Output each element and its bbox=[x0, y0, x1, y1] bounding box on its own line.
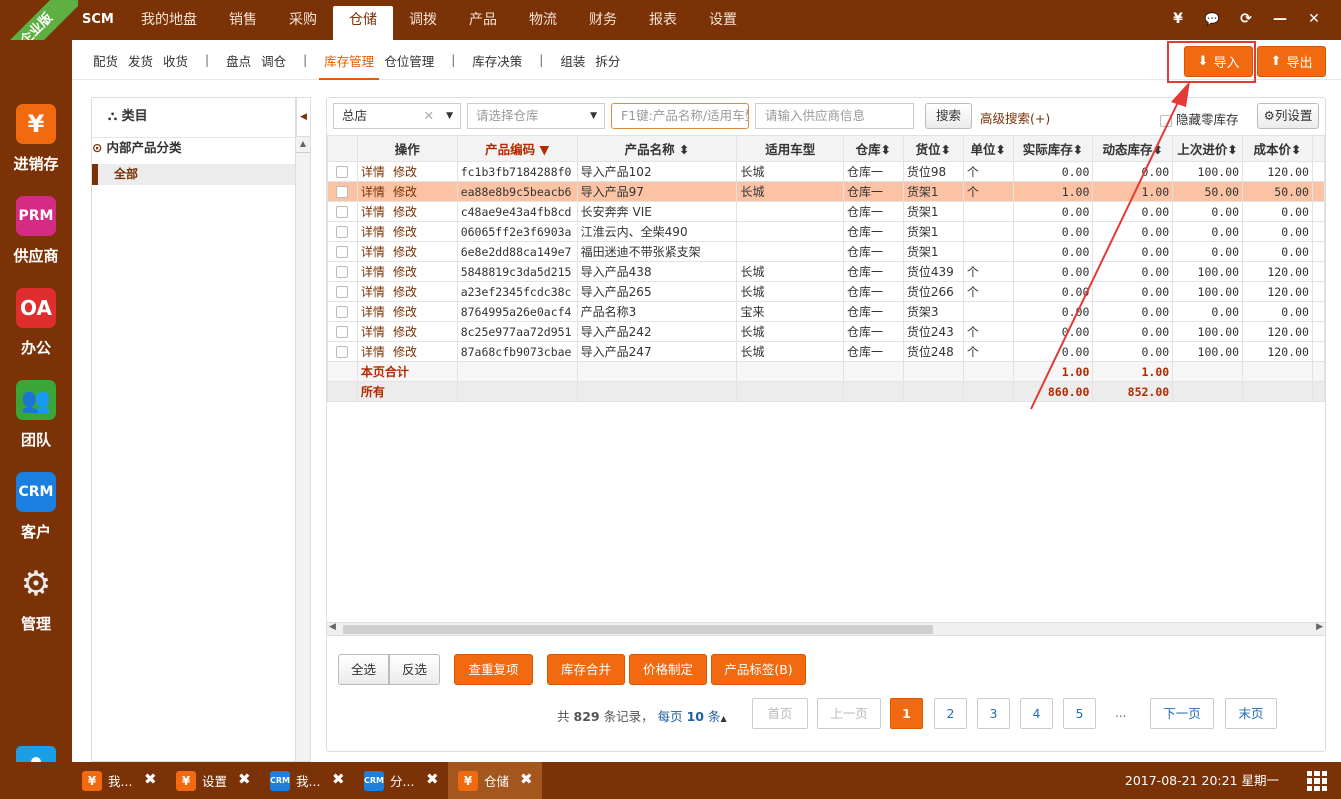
taskbar-tab-label: 设置 bbox=[202, 774, 228, 789]
taskbar-tab-icon: ¥ bbox=[176, 770, 196, 791]
taskbar-tab[interactable]: ¥ 设置 ✖ bbox=[166, 762, 260, 799]
taskbar-tab-icon: ¥ bbox=[458, 770, 478, 791]
taskbar-tab-label: 仓储 bbox=[484, 774, 510, 789]
taskbar-tab-icon: CRM bbox=[364, 770, 384, 791]
taskbar: 2017-08-21 20:21 星期一 ¥ 我... ✖ ¥ 设置 ✖ CRM 我... ✖ C… bbox=[0, 762, 1341, 799]
taskbar-tab[interactable]: CRM 我... ✖ bbox=[260, 762, 354, 799]
close-tab-icon[interactable]: ✖ bbox=[144, 770, 157, 788]
close-tab-icon[interactable]: ✖ bbox=[332, 770, 345, 788]
close-tab-icon[interactable]: ✖ bbox=[520, 770, 533, 788]
apps-grid-icon[interactable] bbox=[1307, 771, 1327, 791]
taskbar-tab-label: 分... bbox=[390, 774, 415, 789]
taskbar-tab[interactable]: CRM 分... ✖ bbox=[354, 762, 448, 799]
taskbar-tab[interactable]: ¥ 我... ✖ bbox=[72, 762, 166, 799]
taskbar-tab-label: 我... bbox=[108, 774, 133, 789]
close-tab-icon[interactable]: ✖ bbox=[238, 770, 251, 788]
taskbar-tab-icon: CRM bbox=[270, 770, 290, 791]
close-tab-icon[interactable]: ✖ bbox=[426, 770, 439, 788]
taskbar-tab-label: 我... bbox=[296, 774, 321, 789]
clock: 2017-08-21 20:21 星期一 bbox=[1124, 773, 1279, 788]
annotation-arrow bbox=[1030, 81, 1190, 410]
taskbar-tab[interactable]: ¥ 仓储 ✖ bbox=[448, 762, 542, 799]
taskbar-tab-icon: ¥ bbox=[82, 770, 102, 791]
